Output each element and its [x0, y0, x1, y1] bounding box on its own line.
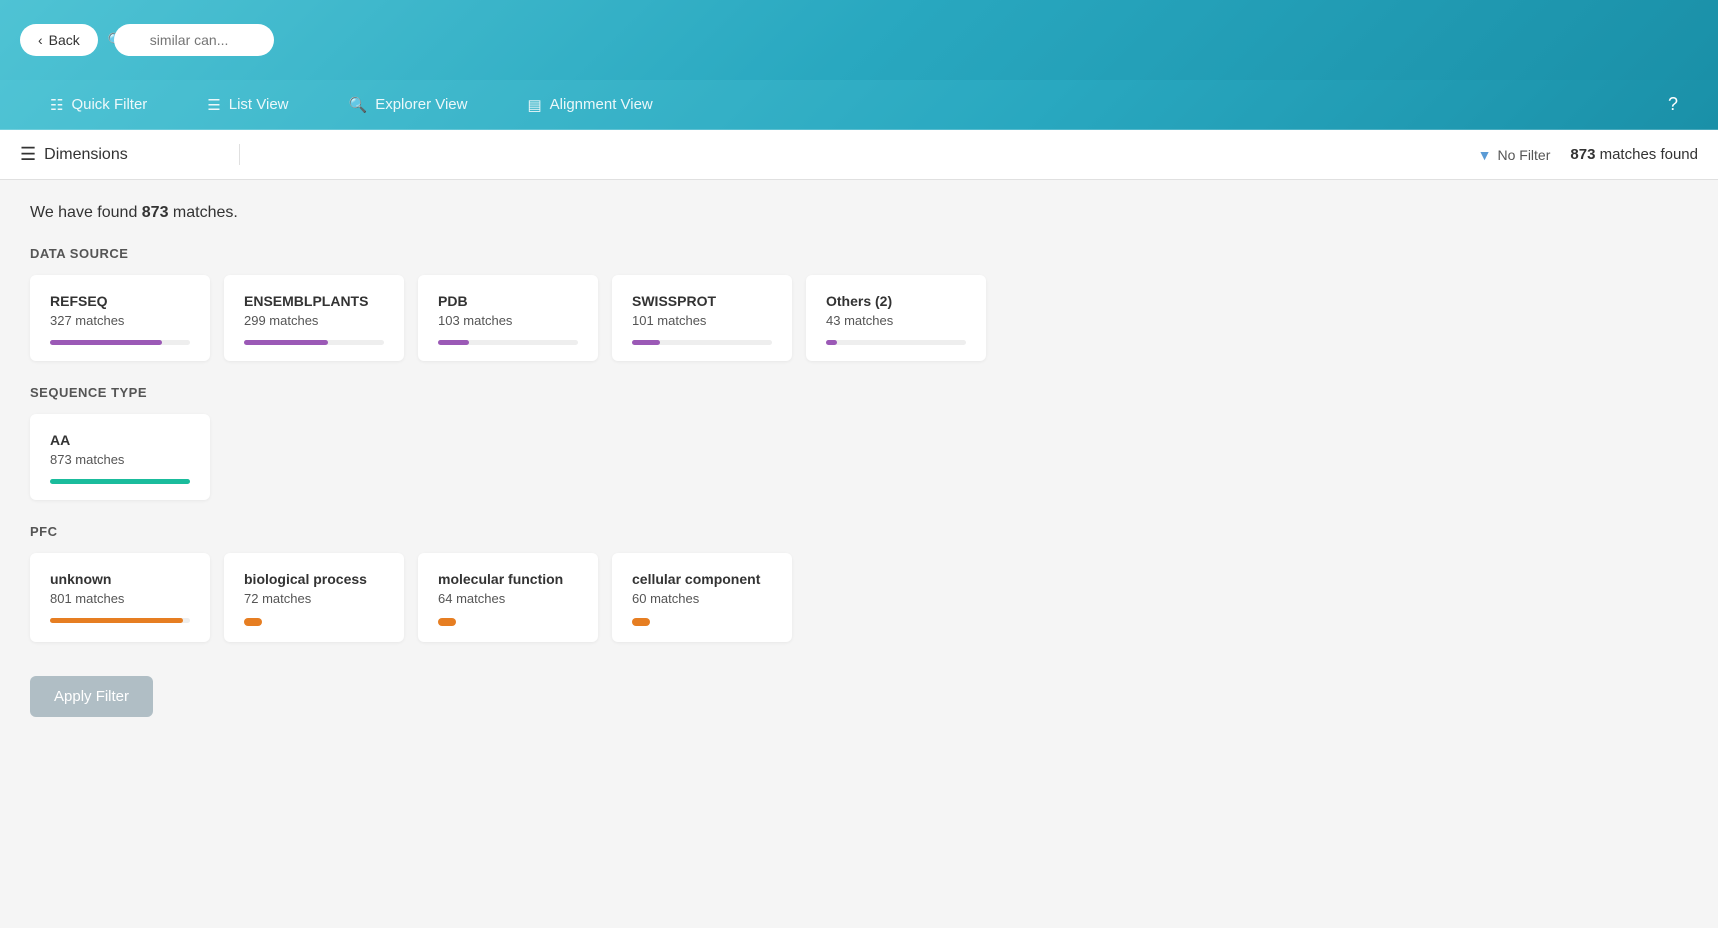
card-count: 101 matches [632, 313, 772, 328]
card-bar [632, 340, 660, 345]
nav-alignment-view-label: Alignment View [550, 96, 653, 113]
card-title: AA [50, 432, 190, 448]
card-bar [438, 340, 469, 345]
search-input[interactable] [114, 24, 274, 56]
card-title: molecular function [438, 571, 578, 587]
help-button[interactable]: ? [1648, 94, 1698, 115]
back-label: Back [49, 32, 80, 48]
filter-card[interactable]: PDB 103 matches [418, 275, 598, 361]
help-icon: ? [1668, 94, 1678, 114]
card-bar-dot [438, 618, 456, 626]
card-bar-dot [244, 618, 262, 626]
card-title: unknown [50, 571, 190, 587]
card-count: 801 matches [50, 591, 190, 606]
filter-card[interactable]: AA 873 matches [30, 414, 210, 500]
found-text: We have found 873 matches. [30, 204, 1688, 222]
matches-found-display: 873 matches found [1570, 146, 1698, 163]
card-bar-container [50, 479, 190, 484]
card-title: cellular component [632, 571, 772, 587]
card-count: 873 matches [50, 452, 190, 467]
nav-list-view-label: List View [229, 96, 289, 113]
no-filter-text: No Filter [1497, 147, 1550, 163]
card-title: REFSEQ [50, 293, 190, 309]
card-bar [50, 479, 190, 484]
matches-found-label: matches found [1600, 146, 1698, 163]
apply-filter-label: Apply Filter [54, 688, 129, 705]
card-count: 103 matches [438, 313, 578, 328]
nav-list-view[interactable]: ☰ List View [177, 80, 318, 129]
nav-quick-filter[interactable]: ☷ Quick Filter [20, 80, 177, 129]
pfc-title: PFC [30, 524, 1688, 539]
nav-quick-filter-label: Quick Filter [71, 96, 147, 113]
found-count: 873 [142, 204, 169, 221]
dimensions-label: Dimensions [44, 146, 128, 164]
hamburger-icon: ☰ [20, 144, 36, 165]
matches-count: 873 [1570, 146, 1595, 163]
back-button[interactable]: ‹ Back [20, 24, 98, 56]
card-title: SWISSPROT [632, 293, 772, 309]
card-bar-container [50, 618, 190, 623]
filter-icon: ▼ [1478, 147, 1492, 163]
sequence-type-title: SEQUENCE TYPE [30, 385, 1688, 400]
nav-explorer-view-label: Explorer View [375, 96, 467, 113]
top-bar: ‹ Back 🔍 [0, 0, 1718, 80]
nav-bar: ☷ Quick Filter ☰ List View 🔍 Explorer Vi… [0, 80, 1718, 130]
card-title: biological process [244, 571, 384, 587]
sequence-type-cards: AA 873 matches [30, 414, 1688, 500]
nav-alignment-view[interactable]: ▤ Alignment View [497, 80, 682, 129]
filter-card[interactable]: cellular component 60 matches [612, 553, 792, 642]
no-filter-label[interactable]: ▼ No Filter [1478, 147, 1551, 163]
card-bar-container [244, 618, 384, 626]
card-count: 72 matches [244, 591, 384, 606]
filter-card[interactable]: Others (2) 43 matches [806, 275, 986, 361]
back-arrow-icon: ‹ [38, 32, 43, 48]
card-bar [50, 340, 162, 345]
card-bar-container [438, 618, 578, 626]
card-bar-container [438, 340, 578, 345]
filter-card[interactable]: SWISSPROT 101 matches [612, 275, 792, 361]
filter-card[interactable]: biological process 72 matches [224, 553, 404, 642]
found-text-suffix: matches. [168, 204, 237, 221]
filter-card[interactable]: molecular function 64 matches [418, 553, 598, 642]
card-count: 299 matches [244, 313, 384, 328]
card-title: ENSEMBLPLANTS [244, 293, 384, 309]
card-bar [50, 618, 183, 623]
filter-card[interactable]: REFSEQ 327 matches [30, 275, 210, 361]
filter-section: ▼ No Filter 873 matches found [1478, 146, 1698, 163]
data-source-cards: REFSEQ 327 matches ENSEMBLPLANTS 299 matche… [30, 275, 1688, 361]
card-bar-dot [632, 618, 650, 626]
grid-icon: ☷ [50, 96, 63, 114]
card-bar-container [632, 340, 772, 345]
card-bar-container [632, 618, 772, 626]
search-wrapper: 🔍 [98, 24, 274, 56]
card-count: 43 matches [826, 313, 966, 328]
alignment-icon: ▤ [527, 96, 541, 114]
explorer-icon: 🔍 [349, 96, 368, 114]
card-title: PDB [438, 293, 578, 309]
card-bar-container [50, 340, 190, 345]
sub-header: ☰ Dimensions ▼ No Filter 873 matches fou… [0, 130, 1718, 180]
card-title: Others (2) [826, 293, 966, 309]
card-bar-container [826, 340, 966, 345]
card-bar-container [244, 340, 384, 345]
nav-explorer-view[interactable]: 🔍 Explorer View [319, 80, 498, 129]
filter-card[interactable]: ENSEMBLPLANTS 299 matches [224, 275, 404, 361]
card-bar [244, 340, 328, 345]
pfc-cards: unknown 801 matches biological process 72 m… [30, 553, 1688, 642]
filter-card[interactable]: unknown 801 matches [30, 553, 210, 642]
found-text-prefix: We have found [30, 204, 142, 221]
card-bar [826, 340, 837, 345]
card-count: 64 matches [438, 591, 578, 606]
main-content: We have found 873 matches. DATA SOURCE R… [0, 180, 1718, 928]
card-count: 60 matches [632, 591, 772, 606]
dimensions-section: ☰ Dimensions [20, 144, 240, 165]
list-icon: ☰ [207, 96, 220, 114]
apply-filter-button[interactable]: Apply Filter [30, 676, 153, 717]
data-source-title: DATA SOURCE [30, 246, 1688, 261]
card-count: 327 matches [50, 313, 190, 328]
